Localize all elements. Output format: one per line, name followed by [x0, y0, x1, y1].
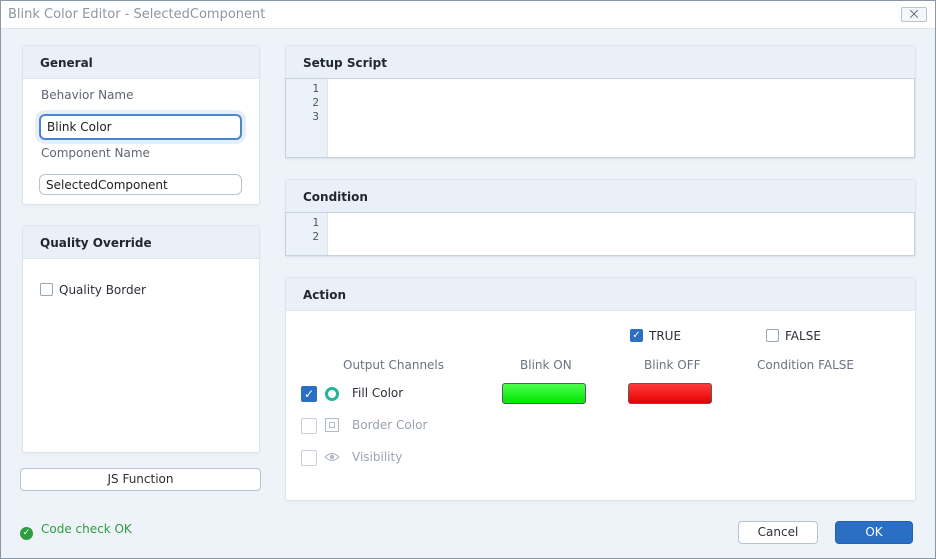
- visibility-label: Visibility: [352, 450, 403, 464]
- fill-color-checkbox[interactable]: ✓: [301, 386, 317, 402]
- quality-override-panel: Quality Override: [22, 225, 260, 453]
- border-square-icon: [325, 418, 339, 432]
- behavior-name-label: Behavior Name: [41, 88, 134, 102]
- ok-button[interactable]: OK: [835, 521, 913, 544]
- false-label: FALSE: [785, 329, 821, 343]
- true-label: TRUE: [649, 329, 682, 343]
- quality-border-checkbox[interactable]: [40, 283, 53, 296]
- cancel-button[interactable]: Cancel: [738, 521, 818, 544]
- blink-off-header: Blink OFF: [644, 358, 701, 372]
- condition-title: Condition: [286, 180, 915, 213]
- blink-on-header: Blink ON: [520, 358, 572, 372]
- eye-icon: [324, 451, 340, 463]
- output-channels-header: Output Channels: [343, 358, 445, 372]
- quality-border-label: Quality Border: [59, 283, 146, 297]
- line-number: 3: [312, 110, 319, 123]
- check-circle-icon: ✓: [20, 527, 33, 540]
- line-number: 1: [312, 82, 319, 95]
- setup-script-gutter: 1 2 3: [286, 79, 328, 157]
- code-check-status-text: Code check OK: [41, 522, 132, 536]
- code-check-status: ✓ Code check OK: [20, 522, 132, 540]
- action-title: Action: [286, 278, 915, 311]
- behavior-name-input[interactable]: [39, 114, 242, 140]
- border-color-checkbox[interactable]: [301, 418, 317, 434]
- condition-false-header: Condition FALSE: [757, 358, 854, 372]
- blink-off-color-swatch[interactable]: [628, 383, 712, 404]
- setup-script-title: Setup Script: [286, 46, 915, 79]
- false-checkbox[interactable]: [766, 329, 779, 342]
- visibility-checkbox[interactable]: [301, 450, 317, 466]
- border-square-inner: [329, 422, 335, 428]
- title-bar: Blink Color Editor - SelectedComponent ⨉: [1, 1, 935, 29]
- line-number: 2: [312, 96, 319, 109]
- quality-override-title: Quality Override: [23, 226, 259, 259]
- js-function-button[interactable]: JS Function: [20, 468, 261, 491]
- blink-on-color-swatch[interactable]: [502, 383, 586, 404]
- condition-editor[interactable]: 1 2: [285, 212, 915, 256]
- fill-circle-icon: [325, 387, 339, 401]
- line-number: 1: [312, 216, 319, 229]
- setup-script-editor[interactable]: 1 2 3: [285, 78, 915, 158]
- true-checkbox[interactable]: ✓: [630, 329, 643, 342]
- component-name-label: Component Name: [41, 146, 150, 160]
- component-name-input[interactable]: [39, 174, 242, 195]
- condition-gutter: 1 2: [286, 213, 328, 255]
- fill-color-label: Fill Color: [352, 386, 404, 400]
- general-panel-title: General: [23, 46, 259, 79]
- editor-window: Blink Color Editor - SelectedComponent ⨉…: [0, 0, 936, 559]
- window-title: Blink Color Editor - SelectedComponent: [8, 7, 266, 22]
- line-number: 2: [312, 230, 319, 243]
- border-color-label: Border Color: [352, 418, 428, 432]
- close-button[interactable]: ⨉: [901, 7, 927, 22]
